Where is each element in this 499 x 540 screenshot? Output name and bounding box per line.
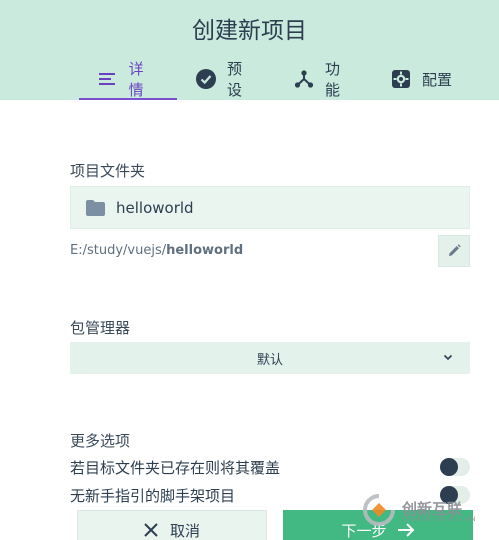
- folder-input[interactable]: helloworld: [70, 186, 470, 229]
- gear-icon: [391, 69, 411, 89]
- folder-value: helloworld: [116, 198, 194, 217]
- more-options-label: 更多选项: [70, 432, 131, 450]
- package-manager-label: 包管理器: [70, 319, 131, 337]
- tab-configuration[interactable]: 配置: [372, 60, 472, 98]
- tab-features[interactable]: 功能: [275, 60, 372, 99]
- list-icon: [98, 69, 118, 89]
- tab-label: 详情: [128, 60, 144, 99]
- option-overwrite: 若目标文件夹已存在则将其覆盖: [70, 456, 470, 478]
- page-title: 创建新项目: [192, 18, 307, 44]
- cancel-button[interactable]: 取消: [77, 510, 267, 540]
- package-manager-select[interactable]: 默认: [70, 342, 470, 374]
- watermark-subtext: CHUANG XIN HU LIAN: [402, 515, 477, 523]
- watermark: 创新互联 CHUANG XIN HU LIAN: [360, 492, 495, 532]
- edit-path-button[interactable]: [438, 235, 470, 267]
- folder-icon: [86, 199, 105, 216]
- fork-icon: [294, 69, 314, 89]
- tab-details[interactable]: 详情: [79, 60, 177, 100]
- cancel-label: 取消: [169, 521, 200, 540]
- close-icon: [144, 523, 158, 537]
- pencil-icon: [448, 242, 461, 261]
- path-prefix: E:/study/vuejs/: [70, 243, 167, 258]
- chevron-down-icon: [441, 350, 455, 364]
- overwrite-toggle[interactable]: [440, 458, 470, 476]
- toggle-knob: [440, 458, 458, 476]
- select-value: 默认: [256, 352, 283, 368]
- check-circle-icon: [196, 69, 216, 89]
- tab-presets[interactable]: 预设: [177, 60, 275, 99]
- folder-path: E:/study/vuejs/helloworld: [70, 243, 243, 258]
- folder-label: 项目文件夹: [70, 162, 146, 180]
- path-name: helloworld: [166, 243, 244, 258]
- header: 创建新项目 详情 预设 功能 配置: [0, 0, 499, 100]
- option-label: 无新手指引的脚手架项目: [70, 486, 236, 505]
- tab-bar: 详情 预设 功能 配置: [79, 60, 472, 100]
- tab-label: 预设: [227, 60, 243, 99]
- option-label: 若目标文件夹已存在则将其覆盖: [70, 458, 281, 477]
- tab-label: 配置: [422, 70, 453, 89]
- watermark-text: 创新互联: [402, 499, 463, 518]
- watermark-logo-icon: [360, 493, 398, 531]
- tab-label: 功能: [325, 60, 341, 99]
